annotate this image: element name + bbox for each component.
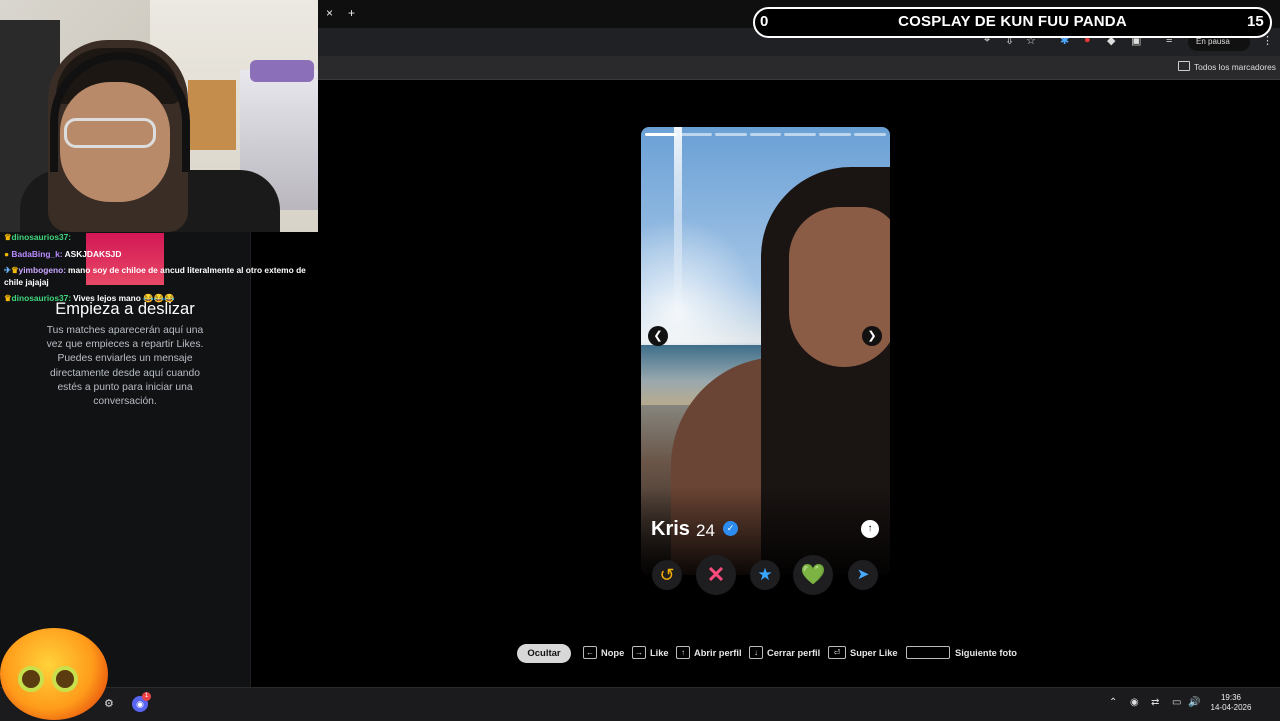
arrow-left-key-icon: ← <box>583 646 597 659</box>
stream-chat: ♛dinosaurios37: ● BadaBing_k: ASKJDAKSJD … <box>4 232 310 310</box>
open-profile-button[interactable]: ↑ <box>861 520 879 538</box>
clock-date: 14-04-2026 <box>1210 703 1252 712</box>
chat-message: ✈♛yimbogeno: mano soy de chiloe de ancud … <box>4 265 310 288</box>
discord-notification-badge: 1 <box>142 692 151 701</box>
space-key-icon <box>906 646 950 659</box>
shortcut-nope-label: Nope <box>601 648 625 658</box>
folder-icon <box>1178 61 1190 71</box>
chat-message: ● BadaBing_k: ASKJDAKSJD <box>4 249 310 261</box>
bookmarks-bar <box>318 56 1280 80</box>
new-tab-icon[interactable]: + <box>348 6 355 20</box>
rewind-button[interactable]: ↺ <box>652 560 682 590</box>
profile-photo[interactable] <box>641 127 890 575</box>
photo-progress-segment <box>854 133 887 136</box>
crown-icon: ♛ <box>11 265 19 276</box>
chat-message: ♛dinosaurios37: <box>4 232 310 244</box>
photo-progress-segment <box>819 133 852 136</box>
profile-age: 24 <box>696 521 715 540</box>
taskbar-clock[interactable]: 19:36 14-04-2026 <box>1206 693 1256 713</box>
chat-username: dinosaurios37: <box>11 232 72 242</box>
crown-icon: ♛ <box>4 232 12 242</box>
nope-button[interactable]: ✕ <box>696 555 736 595</box>
tray-expand-icon[interactable]: ⌃ <box>1109 697 1117 708</box>
photo-progress-segment <box>679 133 712 136</box>
emoji-overlay-icon <box>0 628 108 720</box>
photo-progress-bars <box>645 133 887 136</box>
overlay-title: COSPLAY DE KUN FUU PANDA <box>898 13 1127 30</box>
clock-time: 19:36 <box>1220 693 1242 702</box>
arrow-up-key-icon: ↑ <box>676 646 690 659</box>
overlay-left-count: 0 <box>760 13 769 30</box>
super-like-button[interactable]: ★ <box>750 560 780 590</box>
boost-button[interactable]: ➤ <box>848 560 878 590</box>
matches-empty-body: Tus matches aparecerán aquí una vez que … <box>46 325 204 408</box>
photo-progress-segment <box>645 133 677 136</box>
tray-discord-icon[interactable]: ◉ <box>1130 697 1139 708</box>
enter-key-icon: ⏎ <box>828 646 846 659</box>
verified-badge-icon: ✓ <box>723 521 738 536</box>
matches-empty-title: Empieza a deslizar <box>55 300 195 318</box>
chat-username: yimbogeno: <box>18 265 67 276</box>
app-taskbar-icon[interactable]: ⚙ <box>104 697 118 711</box>
profile-card[interactable]: ❮ ❯ <box>641 127 890 575</box>
chat-text: ASKJDAKSJD <box>64 248 122 259</box>
shortcut-open-profile-label: Abrir perfil <box>694 648 742 658</box>
profile-name: Kris <box>651 518 690 540</box>
hide-shortcuts-button[interactable]: Ocultar <box>517 644 571 663</box>
shortcut-next-photo-label: Siguiente foto <box>955 648 1017 658</box>
photo-progress-segment <box>784 133 817 136</box>
tray-network-icon[interactable]: ⇄ <box>1151 697 1159 708</box>
shortcut-super-like-label: Super Like <box>850 648 898 658</box>
photo-progress-segment <box>749 133 782 136</box>
chat-username: BadaBing_k: <box>11 248 63 259</box>
like-button[interactable]: 💚 <box>793 555 833 595</box>
previous-photo-button[interactable]: ❮ <box>648 326 668 346</box>
sword-icon: ✈ <box>4 265 12 276</box>
badge-icon: ● <box>4 248 10 259</box>
arrow-right-key-icon: → <box>632 646 646 659</box>
photo-progress-segment <box>714 133 747 136</box>
overlay-right-count: 15 <box>1247 13 1264 30</box>
webcam-overlay <box>0 0 318 232</box>
tray-display-icon[interactable]: ▭ <box>1172 697 1181 708</box>
volume-icon[interactable]: 🔊 <box>1188 697 1200 708</box>
next-photo-button[interactable]: ❯ <box>862 326 882 346</box>
all-bookmarks-link[interactable]: Todos los marcadores <box>1194 62 1276 72</box>
close-tab-icon[interactable]: × <box>326 6 333 20</box>
shortcut-close-profile-label: Cerrar perfil <box>767 648 821 658</box>
arrow-down-key-icon: ↓ <box>749 646 763 659</box>
shortcut-like-label: Like <box>650 648 669 658</box>
taskbar <box>0 687 1280 721</box>
